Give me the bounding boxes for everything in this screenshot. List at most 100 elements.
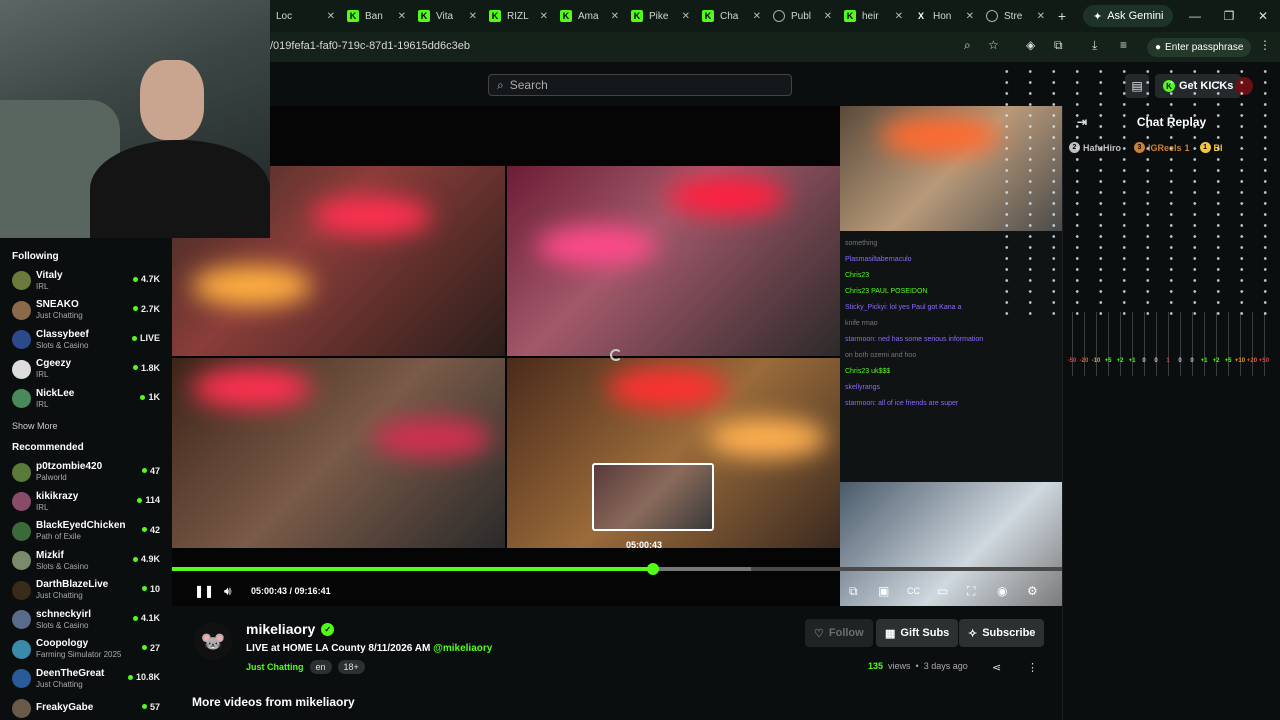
channel-category: Just Chatting [36,679,83,689]
sidebar-channel[interactable]: Vitaly IRL 4.7K [12,266,160,296]
language-tag[interactable]: en [309,660,332,674]
puzzle-icon[interactable]: ⧉ [1054,38,1063,53]
browser-tab[interactable]: Publ ✕ [767,3,838,29]
mature-tag[interactable]: 18+ [337,660,365,674]
overlay-chat-line: Chris23 [845,272,870,279]
show-more-link[interactable]: Show More [12,414,160,438]
kick-favicon-icon: K [418,10,430,22]
sidebar-channel[interactable]: DarthBlazeLive Just Chatting 10 [12,576,160,606]
close-tab-icon[interactable]: ✕ [540,11,548,22]
close-window-icon[interactable]: ✕ [1246,9,1280,23]
volume-icon[interactable]: 🔊︎ [224,584,232,599]
gifter-name: HafuHiro [1083,142,1121,153]
eq-value: +50 [1258,358,1270,364]
sidebar-channel[interactable]: Mizkif Slots & Casino 4.9K [12,546,160,576]
close-tab-icon[interactable]: ✕ [824,11,832,22]
extension-icon[interactable]: ◈ [1026,38,1035,52]
playback-speed-icon[interactable]: ◉ [997,584,1007,598]
sidebar-channel[interactable]: Classybeef Slots & Casino LIVE [12,325,160,355]
captions-icon[interactable]: CC [907,586,920,596]
video-player[interactable]: something Plasmasiltabernaculo Chris23 Chri… [172,106,1062,606]
passphrase-button[interactable]: ● Enter passphrase [1147,38,1252,57]
browser-tab[interactable]: K RIZL ✕ [483,3,554,29]
user-avatar[interactable] [1235,77,1253,95]
browser-tab[interactable]: Loc ✕ [270,3,341,29]
close-tab-icon[interactable]: ✕ [611,11,619,22]
eq-bar [1240,312,1241,376]
media-icon[interactable]: ≡ [1120,38,1127,52]
theater-mode-icon[interactable]: ▭ [937,584,948,598]
channel-name: DeenTheGreat [36,667,105,679]
sidebar-channel[interactable]: kikikrazy IRL 114 [12,487,160,517]
get-kicks-button[interactable]: K Get KICKs [1155,74,1242,98]
seek-bar[interactable] [172,563,1062,575]
browse-icon[interactable]: ▤ [1125,74,1149,98]
globe-favicon-icon [986,10,998,22]
browser-tab[interactable]: X Hon ✕ [909,3,980,29]
live-dot-icon [140,394,146,400]
overlay-chat-line: starmoon: ned has some serious informati… [845,336,984,343]
zoom-icon[interactable]: ⌕ [964,38,971,53]
close-tab-icon[interactable]: ✕ [398,11,406,22]
follow-button[interactable]: ♡ Follow [805,619,873,647]
browser-tab[interactable]: K Pike ✕ [625,3,696,29]
channel-name[interactable]: mikeliaory [246,621,315,637]
sidebar-channel[interactable]: Coopology Farming Simulator 2025 27 [12,635,160,665]
fullscreen-icon[interactable]: ⛶ [967,584,975,599]
close-tab-icon[interactable]: ✕ [966,11,974,22]
chat-panel: ⇥ Chat Replay 2 HafuHiro 3 IGReels 1 1 Bl [1062,106,1280,720]
sidebar-channel[interactable]: SNEAKO Just Chatting 2.7K [12,296,160,326]
close-tab-icon[interactable]: ✕ [753,11,761,22]
channel-handle-link[interactable]: @mikeliaory [433,643,492,654]
browser-tab[interactable]: K Ama ✕ [554,3,625,29]
sidebar-channel[interactable]: BlackEyedChicken Path of Exile 42 [12,517,160,547]
ask-gemini-button[interactable]: ✦ Ask Gemini [1083,5,1174,27]
new-tab-button[interactable]: + [1051,8,1073,24]
eq-bar [1168,312,1169,376]
browser-tab[interactable]: Kheir ✕ [838,3,909,29]
sidebar-channel[interactable]: Cgeezy IRL 1.8K [12,355,160,385]
sidebar-channel[interactable]: FreakyGabe 57 [12,694,160,720]
url-field[interactable]: /019fefa1-faf0-719c-87d1-19615dd6c3eb [270,40,470,52]
channel-name: Coopology [36,638,89,650]
menu-kebab-icon[interactable]: ⋮ [1259,38,1271,52]
gift-subs-button[interactable]: ▦ Gift Subs [876,619,959,647]
close-tab-icon[interactable]: ✕ [895,11,903,22]
category-link[interactable]: Just Chatting [246,662,304,672]
search-input[interactable]: ⌕ Search [488,74,792,96]
channel-category: Just Chatting [36,311,83,321]
viewer-count: 10 [141,584,160,594]
tab-title: Cha [720,10,739,22]
sidebar-channel[interactable]: p0tzombie420 Palworld 47 [12,458,160,488]
more-options-icon[interactable]: ⋮ [1027,661,1038,674]
restore-icon[interactable]: ❐ [1212,9,1246,23]
close-tab-icon[interactable]: ✕ [1037,11,1045,22]
minimize-icon[interactable]: — [1178,9,1212,23]
collapse-chat-icon[interactable]: ⇥ [1077,115,1087,129]
sidebar-channel[interactable]: NickLee IRL 1K [12,384,160,414]
browser-tab[interactable]: Stre ✕ [980,3,1051,29]
browser-tab[interactable]: K Cha ✕ [696,3,767,29]
sidebar-channel[interactable]: DeenTheGreat Just Chatting 10.8K [12,664,160,694]
miniplayer-icon[interactable]: ⧉ [849,584,858,599]
settings-gear-icon[interactable]: ⚙ [1027,584,1038,598]
browser-tab[interactable]: K Ban ✕ [341,3,412,29]
channel-text: NickLee IRL [36,388,74,410]
share-icon[interactable]: ⋖ [992,661,1001,674]
channel-avatar[interactable]: 🐭 [194,622,232,660]
sidebar-channel[interactable]: schneckyirl Slots & Casino 4.1K [12,605,160,635]
close-tab-icon[interactable]: ✕ [327,11,335,22]
close-tab-icon[interactable]: ✕ [469,11,477,22]
top-gifter[interactable]: 1 Bl [1199,142,1226,153]
viewer-count-value: 2.7K [140,303,160,314]
download-icon[interactable]: ⤓ [1092,38,1097,53]
top-gifter[interactable]: 3 IGReels 1 [1134,142,1190,153]
close-tab-icon[interactable]: ✕ [682,11,690,22]
bookmark-star-icon[interactable]: ☆ [988,38,999,52]
pause-icon[interactable]: ❚❚ [194,584,214,598]
top-gifter[interactable]: 2 HafuHiro [1069,142,1124,153]
clip-icon[interactable]: ▣ [878,584,889,598]
seek-handle[interactable] [647,563,660,575]
browser-tab[interactable]: K Vita ✕ [412,3,483,29]
subscribe-button[interactable]: ✧ Subscribe [959,619,1045,647]
